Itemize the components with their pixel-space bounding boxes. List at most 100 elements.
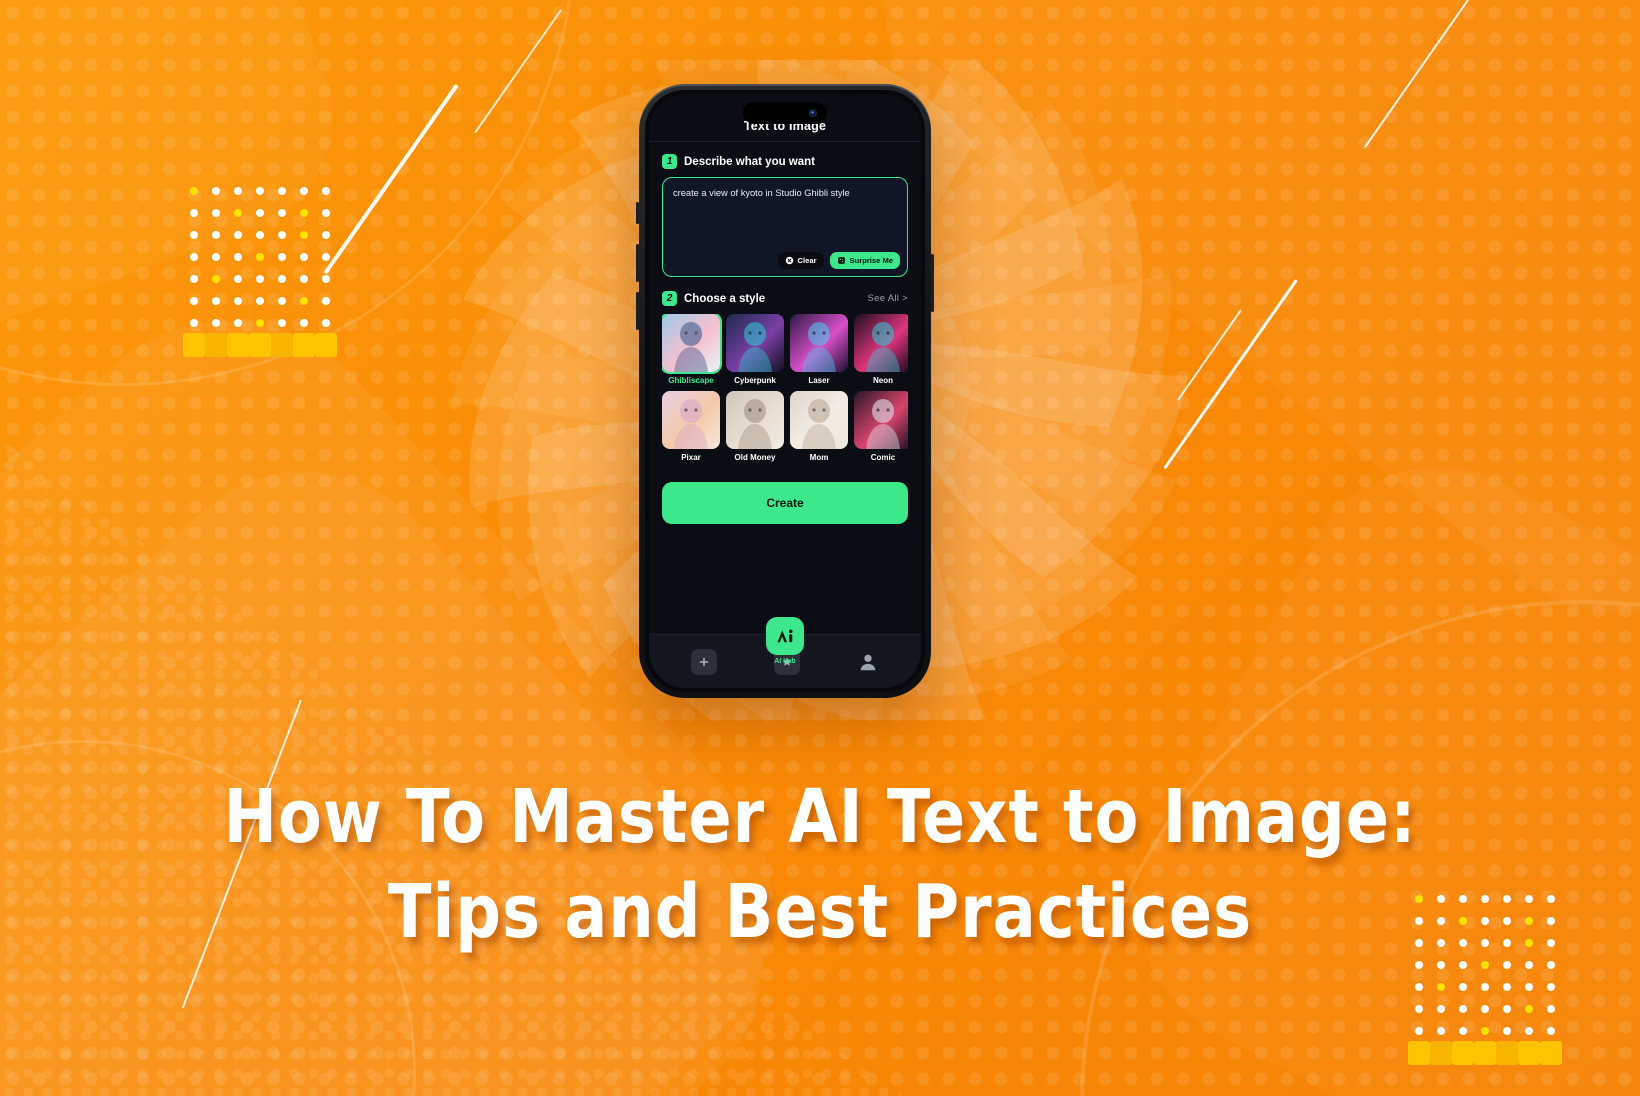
phone-silent-switch xyxy=(636,202,639,224)
dot-grid-cell xyxy=(1408,1020,1430,1042)
dot-grid-dot xyxy=(1415,1005,1423,1013)
dot-grid-cell xyxy=(249,202,271,224)
style-thumbnail-image xyxy=(726,391,784,449)
style-card[interactable]: Cyberpunk xyxy=(726,314,784,385)
dot-grid-dot xyxy=(1437,1005,1445,1013)
dot-grid-dot xyxy=(322,297,330,305)
dot-grid-cell xyxy=(227,224,249,246)
dot-grid-cell xyxy=(249,180,271,202)
dot-grid-dot xyxy=(190,231,198,239)
dot-grid-cell xyxy=(1474,1041,1496,1065)
dot-grid-cell xyxy=(293,290,315,312)
dot-grid-square xyxy=(1474,1041,1496,1065)
dot-grid-cell xyxy=(1452,1020,1474,1042)
see-all-link[interactable]: See All > xyxy=(868,293,908,304)
dot-grid-cell xyxy=(249,312,271,334)
style-thumbnail-image xyxy=(662,391,720,449)
style-card-label: Old Money xyxy=(734,453,776,462)
dot-grid-dot xyxy=(278,231,286,239)
style-card[interactable]: Mom xyxy=(790,391,848,462)
dot-grid-dot xyxy=(1437,983,1445,991)
dot-grid-cell xyxy=(1474,1020,1496,1042)
dot-grid-cell xyxy=(293,246,315,268)
style-card[interactable]: Ghibliscape xyxy=(662,314,720,385)
dot-grid-cell xyxy=(1518,976,1540,998)
dot-grid-dot xyxy=(278,297,286,305)
dot-grid-square xyxy=(271,333,293,357)
clear-button-label: Clear xyxy=(797,256,817,265)
dot-grid-dot xyxy=(1481,1027,1489,1035)
dot-grid-cell xyxy=(1540,1041,1562,1065)
dot-grid-dot xyxy=(256,187,264,195)
surprise-me-button[interactable]: Surprise Me xyxy=(829,252,900,269)
tab-ai-lab[interactable]: AI Lab xyxy=(766,617,804,665)
dot-grid-cell xyxy=(271,290,293,312)
dot-grid-cell xyxy=(227,180,249,202)
style-thumbnail xyxy=(726,314,784,372)
dot-grid-cell xyxy=(205,268,227,290)
dot-grid-dot xyxy=(1547,983,1555,991)
dot-grid-dot xyxy=(322,319,330,327)
clear-button[interactable]: Clear xyxy=(777,252,824,269)
tab-profile[interactable] xyxy=(857,651,879,673)
dot-grid-cell xyxy=(205,224,227,246)
dot-grid-dot xyxy=(1437,961,1445,969)
tab-create[interactable] xyxy=(691,648,718,675)
dot-grid-dot xyxy=(1481,1005,1489,1013)
dot-grid-dot xyxy=(234,275,242,283)
dot-grid-square xyxy=(1430,1041,1452,1065)
style-thumbnail-image xyxy=(854,314,908,372)
dot-grid-cell xyxy=(271,246,293,268)
dot-grid-cell xyxy=(1496,998,1518,1020)
dot-grid-cell xyxy=(1408,998,1430,1020)
step-2-header: 2 Choose a style See All > xyxy=(662,291,908,306)
style-card-label: Mom xyxy=(809,453,829,462)
plus-glyph xyxy=(700,657,709,666)
dot-grid-cell xyxy=(293,312,315,334)
style-row-1: GhibliscapeCyberpunkLaserNeonFa xyxy=(662,314,908,385)
phone-screen: Text to Image 1 Describe what you want c… xyxy=(649,94,921,688)
dot-grid-cell xyxy=(315,246,337,268)
style-picker: GhibliscapeCyberpunkLaserNeonFa PixarOld… xyxy=(662,314,908,468)
dot-grid-cell xyxy=(249,333,271,357)
dot-grid-square xyxy=(205,333,227,357)
dot-grid-cell xyxy=(1474,976,1496,998)
prompt-text-value: create a view of kyoto in Studio Ghibli … xyxy=(673,188,850,198)
style-card-label: Ghibliscape xyxy=(668,376,714,385)
dot-grid-cell xyxy=(205,202,227,224)
style-card[interactable]: Old Money xyxy=(726,391,784,462)
dot-grid-cell xyxy=(1474,998,1496,1020)
dot-grid-dot xyxy=(190,187,198,195)
dot-grid-cell xyxy=(271,268,293,290)
dot-grid-dot xyxy=(234,319,242,327)
banner-title: How To Master AI Text to Image: Tips and… xyxy=(0,770,1640,959)
dot-grid-dot xyxy=(1503,1005,1511,1013)
dot-grid-cell xyxy=(1540,998,1562,1020)
prompt-textarea[interactable]: create a view of kyoto in Studio Ghibli … xyxy=(662,177,908,277)
dot-grid-cell xyxy=(183,268,205,290)
create-button[interactable]: Create xyxy=(662,482,908,524)
dot-grid-dot xyxy=(256,275,264,283)
phone-volume-up xyxy=(636,244,639,282)
dot-grid-dot xyxy=(1459,961,1467,969)
style-card[interactable]: Laser xyxy=(790,314,848,385)
dot-grid-dot xyxy=(1459,1005,1467,1013)
dot-grid-dot xyxy=(1503,983,1511,991)
style-card[interactable]: Comic xyxy=(854,391,908,462)
style-thumbnail xyxy=(662,314,720,372)
dot-grid-dot xyxy=(1415,961,1423,969)
dot-grid-dot xyxy=(1481,983,1489,991)
dot-grid-cell xyxy=(1518,998,1540,1020)
dot-grid-dot xyxy=(300,275,308,283)
style-card[interactable]: Neon xyxy=(854,314,908,385)
dot-grid-cell xyxy=(249,224,271,246)
dot-grid-dot xyxy=(300,187,308,195)
dot-grid-dot xyxy=(1525,961,1533,969)
dot-grid-cell xyxy=(1430,976,1452,998)
dot-grid-square xyxy=(183,333,205,357)
dot-grid-square xyxy=(1452,1041,1474,1065)
dot-grid-cell xyxy=(227,246,249,268)
style-card[interactable]: Pixar xyxy=(662,391,720,462)
dot-grid-cell xyxy=(1496,976,1518,998)
dot-grid-cell xyxy=(1540,1020,1562,1042)
